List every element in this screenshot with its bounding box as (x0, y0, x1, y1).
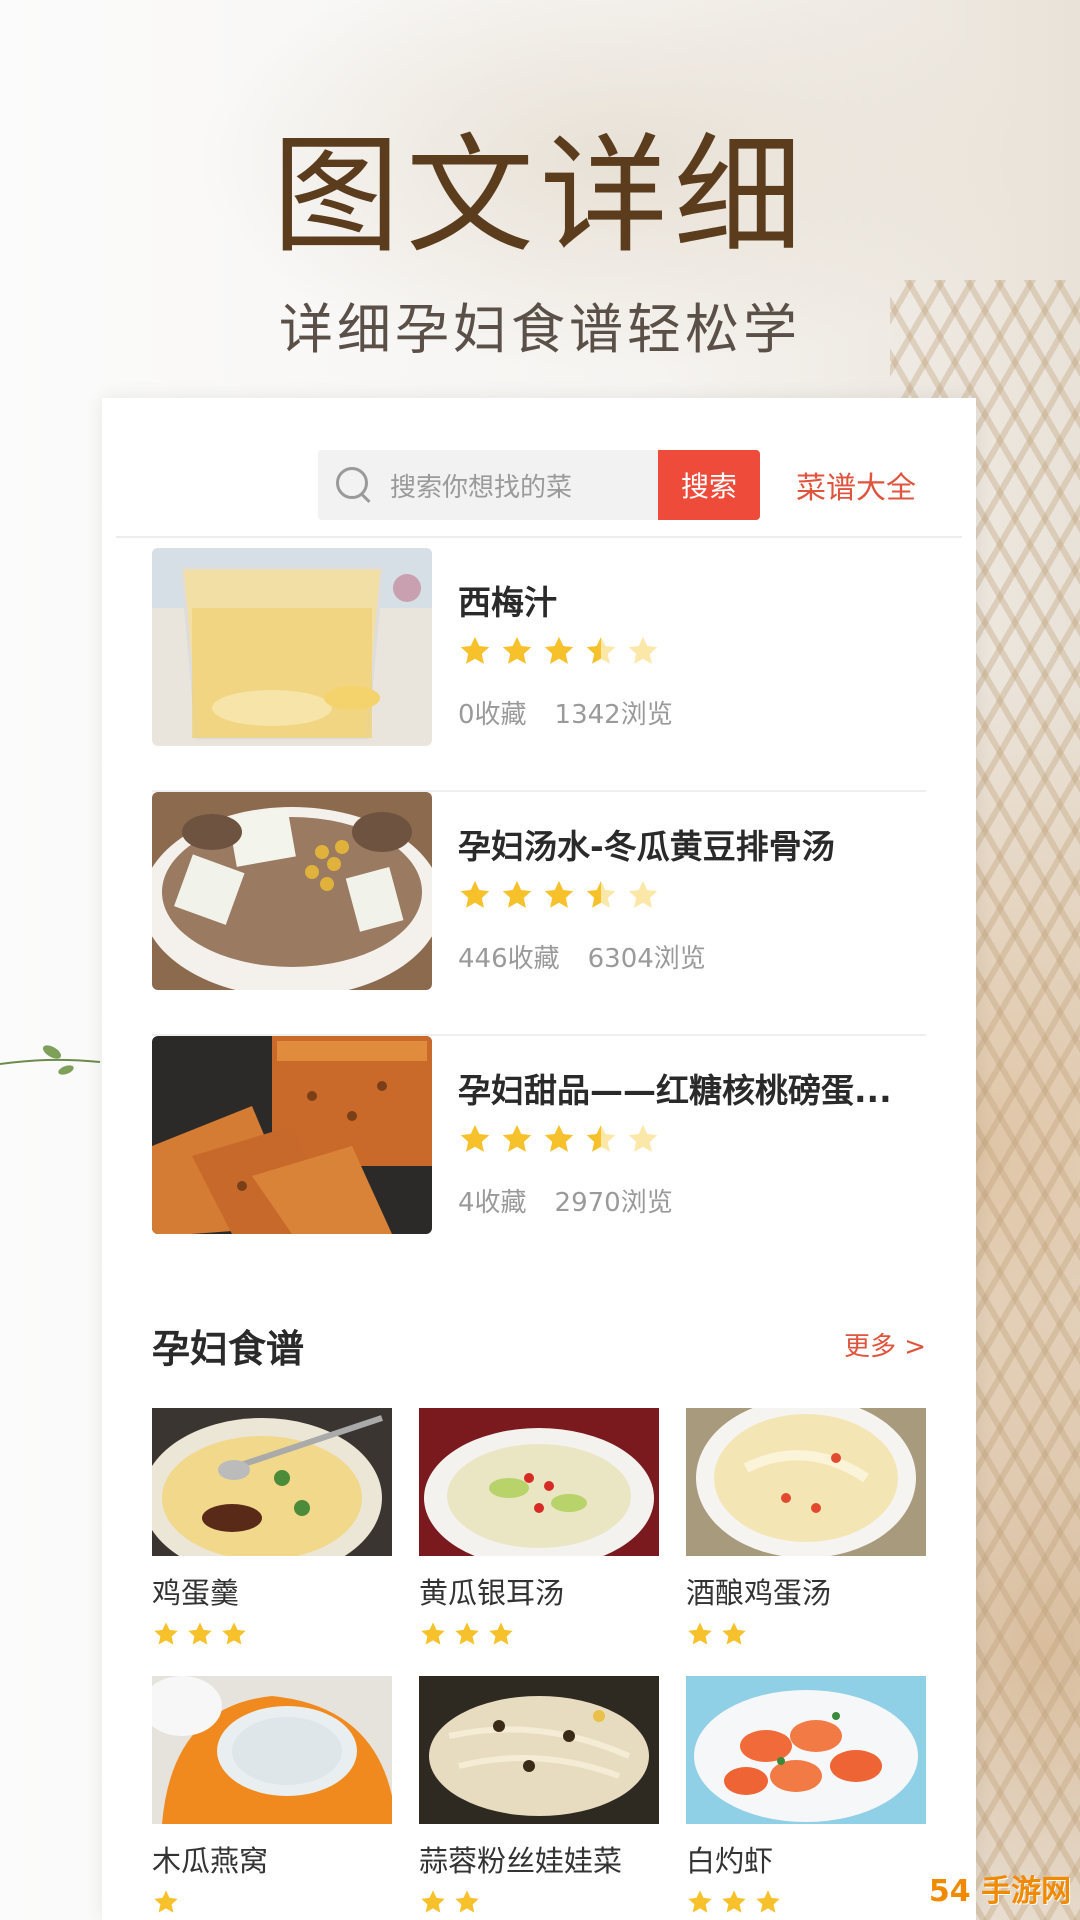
divider (116, 536, 962, 538)
grid-recipe-label: 鸡蛋羹 (152, 1576, 240, 1610)
search-placeholder: 搜索你想找的菜 (390, 472, 573, 503)
rating-stars (152, 1888, 392, 1916)
star-icon (222, 1622, 246, 1645)
views-count: 1342浏览 (554, 700, 673, 730)
site-watermark-logo: 54 手游网 (928, 1874, 1072, 1909)
hero-subtitle: 详细孕妇食谱轻松学 (279, 298, 801, 361)
half-star-icon (586, 636, 616, 664)
recipe-title: 孕妇甜品——红糖核桃磅蛋... (458, 1071, 892, 1110)
papaya-birds-nest-image (152, 1676, 392, 1824)
recipe-list: 西梅汁 0收藏 1342浏览 孕妇汤水-冬瓜黄豆排骨汤 446收藏 6304浏览… (152, 548, 926, 1280)
recipe-item[interactable]: 孕妇汤水-冬瓜黄豆排骨汤 446收藏 6304浏览 (152, 792, 926, 1036)
plum-juice-image (152, 548, 432, 746)
grid-recipe-label: 酒酿鸡蛋汤 (686, 1576, 832, 1610)
grid-recipe-card[interactable]: 木瓜燕窝 (152, 1676, 392, 1916)
garlic-vermicelli-cabbage-image (419, 1676, 659, 1824)
rating-stars (152, 1620, 392, 1648)
grid-recipe-card[interactable]: 蒜蓉粉丝娃娃菜 (419, 1676, 659, 1916)
rating-stars (686, 1620, 926, 1648)
winter-melon-soup-image (152, 792, 432, 990)
star-icon (502, 880, 532, 908)
recipe-title: 孕妇汤水-冬瓜黄豆排骨汤 (458, 827, 835, 866)
cucumber-tremella-soup-image (419, 1408, 659, 1556)
star-icon (688, 1622, 712, 1645)
rating-stars (419, 1620, 659, 1648)
search-icon (336, 467, 372, 503)
views-count: 6304浏览 (587, 944, 706, 974)
star-icon (460, 1124, 490, 1152)
star-icon (421, 1622, 445, 1645)
empty-star-icon (628, 636, 658, 664)
recipe-stats: 4收藏 2970浏览 (458, 1182, 673, 1219)
star-icon (455, 1622, 479, 1645)
star-icon (502, 1124, 532, 1152)
rating-stars (419, 1888, 659, 1916)
star-icon (421, 1890, 445, 1913)
rating-stars (686, 1888, 926, 1916)
search-bar: 搜索你想找的菜 搜索 菜谱大全 (102, 450, 976, 520)
recipe-title: 西梅汁 (458, 583, 557, 622)
half-star-icon (586, 880, 616, 908)
walnut-pound-cake-image (152, 1036, 432, 1234)
rating-stars (458, 878, 660, 912)
app-screen-card: 搜索你想找的菜 搜索 菜谱大全 西梅汁 0收藏 1342浏览 孕妇汤水-冬瓜黄豆… (102, 398, 976, 1920)
star-icon (188, 1622, 212, 1645)
search-button[interactable]: 搜索 (658, 450, 760, 520)
recipe-catalog-link[interactable]: 菜谱大全 (796, 450, 916, 520)
more-link[interactable]: 更多 > (844, 1326, 926, 1363)
star-icon (544, 636, 574, 664)
empty-star-icon (628, 880, 658, 908)
star-icon (722, 1622, 746, 1645)
favorites-count: 0收藏 (458, 700, 527, 730)
star-icon (722, 1890, 746, 1913)
grid-recipe-card[interactable]: 鸡蛋羹 (152, 1408, 392, 1648)
star-icon (544, 880, 574, 908)
rating-stars (458, 1122, 660, 1156)
steamed-egg-image (152, 1408, 392, 1556)
star-icon (688, 1890, 712, 1913)
star-icon (502, 636, 532, 664)
star-icon (544, 1124, 574, 1152)
star-icon (154, 1890, 178, 1913)
grid-recipe-label: 白灼虾 (686, 1844, 774, 1878)
favorites-count: 4收藏 (458, 1188, 527, 1218)
favorites-count: 446收藏 (458, 944, 560, 974)
star-icon (460, 880, 490, 908)
empty-star-icon (628, 1124, 658, 1152)
rating-stars (458, 634, 660, 668)
section-title: 孕妇食谱 (152, 1327, 305, 1371)
grid-recipe-card[interactable]: 酒酿鸡蛋汤 (686, 1408, 926, 1648)
star-icon (460, 636, 490, 664)
recipe-item[interactable]: 孕妇甜品——红糖核桃磅蛋... 4收藏 2970浏览 (152, 1036, 926, 1280)
recipe-stats: 446收藏 6304浏览 (458, 938, 706, 975)
recipe-item[interactable]: 西梅汁 0收藏 1342浏览 (152, 548, 926, 792)
star-icon (756, 1890, 780, 1913)
star-icon (455, 1890, 479, 1913)
grid-recipe-card[interactable]: 白灼虾 (686, 1676, 926, 1916)
hero-title: 图文详细 (271, 122, 808, 271)
star-icon (154, 1622, 178, 1645)
search-input[interactable]: 搜索你想找的菜 (318, 450, 658, 520)
grid-recipe-label: 木瓜燕窝 (152, 1844, 269, 1878)
section-header: 孕妇食谱 更多 > (152, 1318, 926, 1378)
boiled-shrimp-image (686, 1676, 926, 1824)
half-star-icon (586, 1124, 616, 1152)
rice-wine-egg-soup-image (686, 1408, 926, 1556)
recipe-grid: 鸡蛋羹 黄瓜银耳汤 酒酿鸡蛋汤 木瓜燕窝 蒜蓉粉丝娃娃菜 白灼虾 (152, 1408, 926, 1916)
grid-recipe-label: 黄瓜银耳汤 (419, 1576, 565, 1610)
leaf-decoration (0, 1045, 101, 1075)
star-icon (489, 1622, 513, 1645)
recipe-stats: 0收藏 1342浏览 (458, 694, 673, 731)
views-count: 2970浏览 (554, 1188, 673, 1218)
grid-recipe-label: 蒜蓉粉丝娃娃菜 (419, 1844, 623, 1878)
grid-recipe-card[interactable]: 黄瓜银耳汤 (419, 1408, 659, 1648)
